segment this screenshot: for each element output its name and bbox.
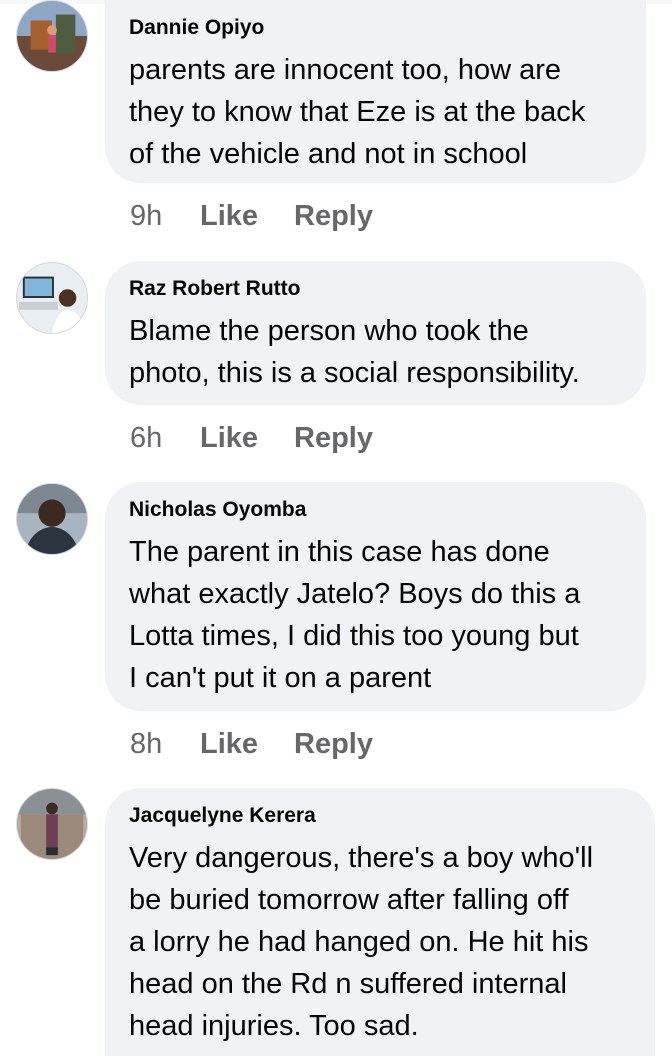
avatar[interactable] bbox=[16, 262, 88, 334]
comment-actions: 6h Like Reply bbox=[130, 420, 373, 456]
comment-author[interactable]: Nicholas Oyomba bbox=[129, 497, 622, 523]
reply-button[interactable]: Reply bbox=[294, 420, 373, 456]
like-button[interactable]: Like bbox=[200, 726, 294, 762]
comment-text: Blame the person who took the photo, thi… bbox=[129, 315, 580, 389]
comment-actions: 9h Like Reply bbox=[130, 198, 373, 234]
avatar[interactable] bbox=[16, 788, 88, 860]
reply-button[interactable]: Reply bbox=[294, 198, 373, 234]
comment-actions: 8h Like Reply bbox=[130, 726, 373, 762]
comment-bubble: Raz Robert Rutto Blame the person who to… bbox=[105, 261, 646, 405]
comment-author[interactable]: Dannie Opiyo bbox=[129, 15, 622, 41]
avatar-photo-icon bbox=[17, 263, 87, 333]
comment-author[interactable]: Jacquelyne Kerera bbox=[129, 803, 631, 829]
avatar-photo-icon bbox=[17, 789, 87, 859]
like-button[interactable]: Like bbox=[200, 198, 294, 234]
comment-bubble: Dannie Opiyo parents are innocent too, h… bbox=[105, 0, 646, 183]
comment-bubble: Jacquelyne Kerera Very dangerous, there'… bbox=[105, 788, 655, 1056]
avatar[interactable] bbox=[16, 0, 88, 72]
comment-timestamp[interactable]: 8h bbox=[130, 726, 200, 762]
avatar-photo-icon bbox=[17, 1, 87, 71]
avatar-photo-icon bbox=[17, 484, 87, 554]
comment-text: parents are innocent too, how are they t… bbox=[129, 54, 586, 170]
avatar[interactable] bbox=[16, 483, 88, 555]
comment-bubble: Nicholas Oyomba The parent in this case … bbox=[105, 482, 646, 711]
comment-timestamp[interactable]: 6h bbox=[130, 420, 200, 456]
comment-author[interactable]: Raz Robert Rutto bbox=[129, 276, 622, 302]
comment-text: The parent in this case has done what ex… bbox=[129, 536, 581, 694]
comment-text: Very dangerous, there's a boy who'll be … bbox=[129, 842, 594, 1042]
comment-timestamp[interactable]: 9h bbox=[130, 198, 200, 234]
like-button[interactable]: Like bbox=[200, 420, 294, 456]
reply-button[interactable]: Reply bbox=[294, 726, 373, 762]
